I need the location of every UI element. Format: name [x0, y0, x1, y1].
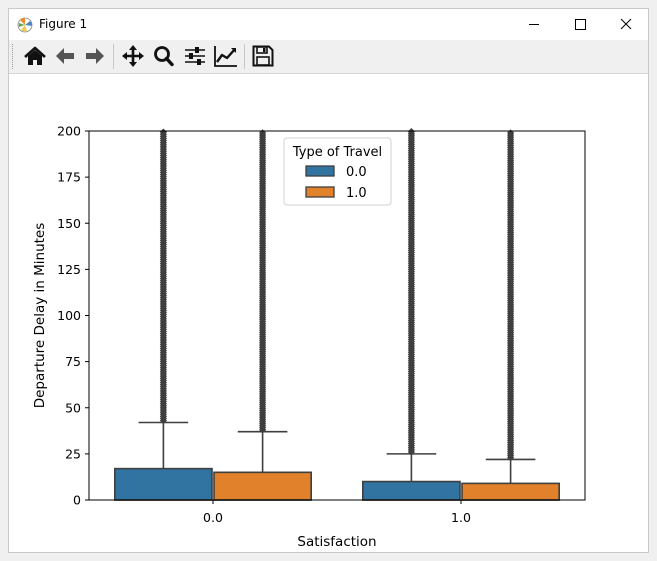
- box-0.0-0.0: [114, 128, 213, 501]
- legend-label: 1.0: [346, 186, 367, 201]
- maximize-button[interactable]: [557, 9, 603, 40]
- toolbar-separator: [113, 44, 114, 69]
- home-icon: [24, 46, 46, 65]
- back-button[interactable]: [51, 43, 79, 69]
- x-tick-label: 0.0: [203, 510, 223, 525]
- box-body: [114, 467, 213, 501]
- x-tick-label: 1.0: [451, 510, 471, 525]
- y-tick-label: 100: [57, 308, 81, 323]
- floppy-disk-icon: [252, 45, 274, 67]
- window-title: Figure 1: [39, 17, 88, 31]
- x-axis-label: Satisfaction: [297, 534, 376, 550]
- home-button[interactable]: [21, 43, 49, 69]
- y-tick-label: 125: [57, 262, 81, 277]
- y-tick-label: 0: [73, 493, 81, 508]
- toolbar-grip[interactable]: [12, 44, 16, 69]
- matplotlib-icon: [17, 17, 33, 33]
- line-chart-icon: [214, 46, 237, 67]
- minimize-button[interactable]: [511, 9, 557, 40]
- y-tick-label: 150: [57, 216, 81, 231]
- close-icon: [620, 18, 632, 30]
- y-tick-label: 25: [65, 446, 81, 461]
- legend-title: Type of Travel: [292, 145, 382, 160]
- maximize-icon: [575, 19, 586, 30]
- box-1.0-1.0: [461, 129, 560, 501]
- arrow-left-icon: [56, 48, 74, 64]
- legend-label: 0.0: [346, 165, 367, 180]
- box-body: [213, 471, 312, 501]
- y-axis-label: Departure Delay in Minutes: [32, 223, 48, 409]
- forward-button[interactable]: [81, 43, 109, 69]
- title-bar[interactable]: Figure 1: [9, 9, 648, 40]
- box-plot-chart: 0 25 50 75 100 125 150 175 200 0.0 1.0 Satisfaction…: [32, 124, 586, 550]
- zoom-button[interactable]: [150, 43, 178, 69]
- box-body: [361, 480, 461, 501]
- save-button[interactable]: [249, 43, 277, 69]
- pan-button[interactable]: [119, 43, 147, 69]
- y-tick-label: 200: [57, 124, 81, 139]
- edit-axis-button[interactable]: [212, 43, 240, 69]
- arrow-right-icon: [86, 48, 104, 64]
- magnifier-icon: [154, 46, 174, 67]
- navigation-toolbar: [9, 40, 648, 74]
- toolbar-separator: [244, 44, 245, 69]
- sliders-icon: [185, 47, 205, 65]
- box-body: [461, 482, 560, 501]
- y-tick-label: 75: [65, 354, 81, 369]
- y-tick-label: 175: [57, 170, 81, 185]
- close-button[interactable]: [603, 9, 649, 40]
- move-icon: [122, 45, 144, 67]
- subplots-button[interactable]: [181, 43, 209, 69]
- legend-swatch: [305, 186, 335, 198]
- figure-window: Figure 1 0 25 50 75 100 125 150 175 200 …: [8, 8, 649, 553]
- minimize-icon: [529, 24, 539, 25]
- legend-swatch: [305, 165, 335, 177]
- figure-canvas[interactable]: 0 25 50 75 100 125 150 175 200 0.0 1.0 Satisfaction…: [9, 74, 648, 552]
- y-tick-label: 50: [65, 400, 81, 415]
